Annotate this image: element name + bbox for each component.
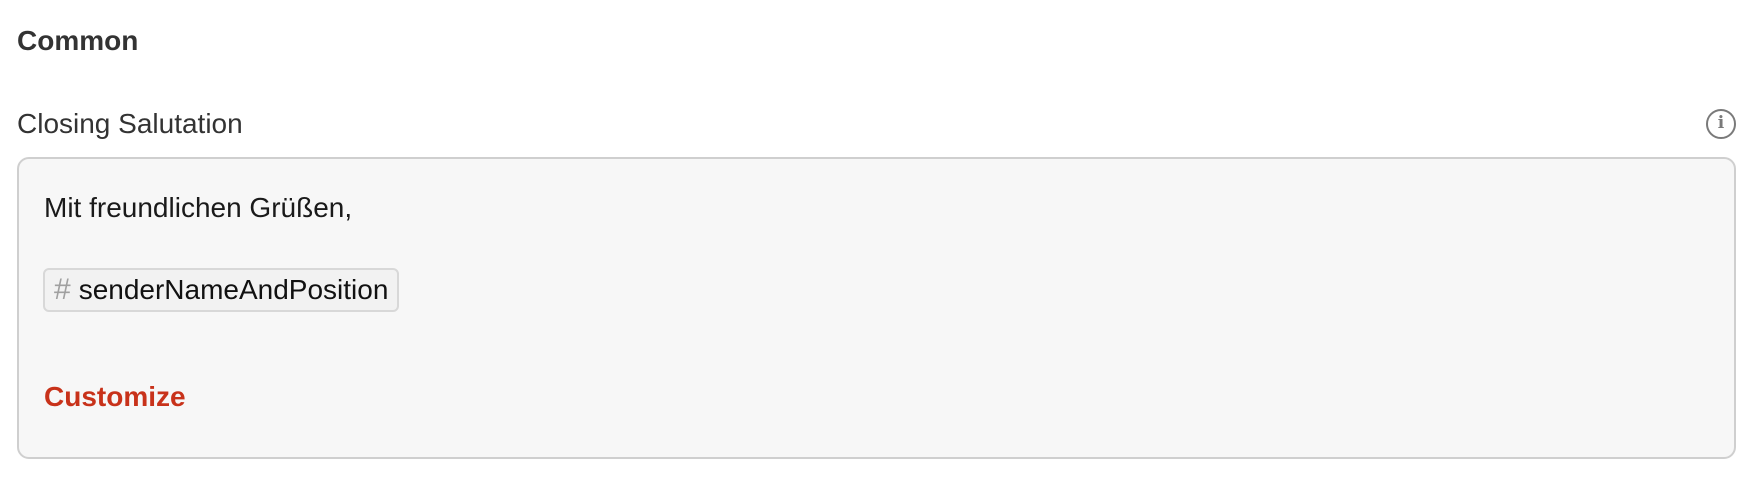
placeholder-chip: # senderNameAndPosition (43, 268, 400, 312)
section-title: Common (17, 25, 139, 56)
greeting-text: Mit freundlichen Grüßen, (44, 192, 353, 223)
closing-salutation-field: Mit freundlichen Grüßen, # senderNameAnd… (17, 157, 1736, 459)
hash-icon: # (54, 273, 71, 306)
customize-link[interactable]: Customize (44, 380, 186, 414)
info-icon[interactable]: i (1706, 109, 1736, 139)
closing-salutation-label: Closing Salutation (17, 108, 243, 139)
closing-salutation-header: Closing Salutation i (17, 107, 1736, 141)
placeholder-label: senderNameAndPosition (78, 274, 389, 305)
